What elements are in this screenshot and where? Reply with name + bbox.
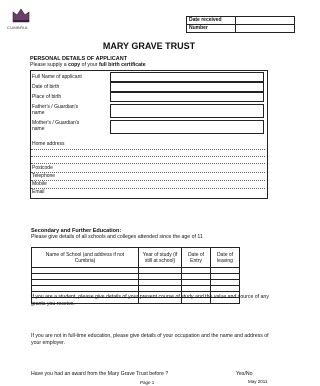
father-label: Father's / Guardian's name xyxy=(32,104,79,116)
instruction-certificate: full birth certificate xyxy=(98,62,146,68)
col-year-of-study: Year of study (if still at school) xyxy=(138,247,182,268)
footer-page: Page 1 xyxy=(140,380,155,385)
father-field[interactable] xyxy=(110,104,264,118)
email-label: Email xyxy=(32,189,45,195)
home-address-label: Home address xyxy=(32,141,65,147)
logo-text: CUMBRIA xyxy=(7,25,28,30)
pob-label: Place of birth xyxy=(32,94,62,100)
date-received-field[interactable] xyxy=(235,16,295,25)
col-date-of-entry-label: Date of Entry xyxy=(187,251,205,264)
office-use-table: Date received Number xyxy=(186,16,295,33)
mother-field[interactable] xyxy=(110,120,264,134)
instruction-text-mid: of your xyxy=(80,62,99,68)
col-date-of-leaving-label: Date of leaving xyxy=(216,251,234,264)
birth-certificate-instruction: Please supply a copy of your full birth … xyxy=(30,62,146,68)
number-label: Number xyxy=(186,24,236,33)
dob-label: Date of birth xyxy=(32,84,60,90)
education-instruction: Please give details of all schools and c… xyxy=(31,234,203,240)
number-field[interactable] xyxy=(235,24,295,33)
dob-field[interactable] xyxy=(110,82,264,92)
postcode-line[interactable] xyxy=(31,172,265,173)
col-date-of-leaving: Date of leaving xyxy=(210,247,240,268)
address-line-2[interactable] xyxy=(31,156,265,157)
cumbria-crest-icon xyxy=(12,8,30,23)
telephone-label: Telephone xyxy=(32,173,56,179)
instruction-copy: copy xyxy=(68,62,81,68)
mother-label: Mother's / Guardian's name xyxy=(32,120,80,132)
col-school-name-label: Name of School (and address if not Cumbr… xyxy=(45,251,125,264)
mobile-line[interactable] xyxy=(31,188,265,189)
address-line-3[interactable] xyxy=(31,163,265,164)
page-title: MARY GRAVE TRUST xyxy=(102,41,196,51)
pob-field[interactable] xyxy=(110,92,264,102)
full-name-label: Full Name of applicant xyxy=(32,74,82,80)
instruction-text: Please supply a xyxy=(30,62,69,68)
employment-instruction: If you are not in full-time education, p… xyxy=(31,333,269,346)
telephone-line[interactable] xyxy=(31,180,265,181)
col-school-name: Name of School (and address if not Cumbr… xyxy=(31,247,139,268)
footer-date: May 2011 xyxy=(248,379,268,384)
student-instruction: If you are a student, please give detail… xyxy=(31,294,269,307)
yes-no-answer[interactable]: Yes/No xyxy=(236,371,253,377)
award-question: Have you had an award from the Mary Grav… xyxy=(31,371,169,377)
mobile-label: Mobile xyxy=(32,181,47,187)
date-received-label: Date received xyxy=(186,16,236,25)
address-line-1[interactable] xyxy=(31,149,265,150)
postcode-label: Postcode xyxy=(32,165,53,171)
full-name-field[interactable] xyxy=(110,72,264,82)
col-date-of-entry: Date of Entry xyxy=(181,247,211,268)
